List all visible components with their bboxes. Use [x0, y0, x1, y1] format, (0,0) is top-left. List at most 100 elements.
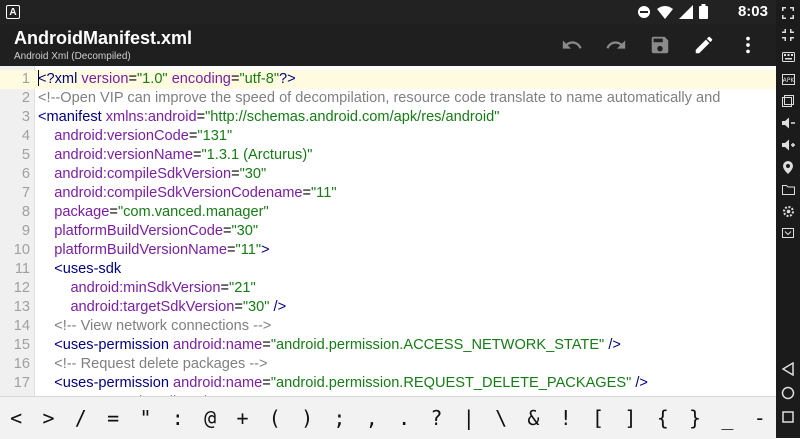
undo-button[interactable]	[550, 30, 594, 60]
code-line[interactable]: 16 <!-- Request delete packages -->	[0, 355, 776, 374]
code-token: android:name	[173, 337, 263, 353]
symbol-key[interactable]: (	[259, 397, 291, 439]
code-token: "1.3.1 (Arcturus)"	[201, 147, 313, 163]
code-text: <manifest xmlns:android="http://schemas.…	[38, 108, 499, 127]
code-token: xmlns:android	[105, 109, 197, 125]
symbol-key[interactable]: <	[0, 397, 32, 439]
line-number: 11	[14, 261, 30, 277]
code-text: platformBuildVersionCode="30"	[38, 222, 258, 241]
line-number: 14	[13, 318, 30, 334]
symbol-key[interactable]: ?	[420, 397, 452, 439]
keyboard-icon[interactable]	[776, 48, 800, 66]
redo-icon	[606, 40, 626, 49]
code-line[interactable]: 7 android:compileSdkVersionCodename="11"	[0, 184, 776, 203]
volume-down-icon[interactable]	[776, 114, 800, 132]
back-icon[interactable]	[776, 360, 800, 378]
code-line[interactable]: 15 <uses-permission android:name="androi…	[0, 336, 776, 355]
code-token: android:targetSdkVersion	[70, 299, 235, 315]
line-number: 8	[21, 204, 30, 220]
symbol-key[interactable]: {	[647, 397, 679, 439]
redo-button[interactable]	[594, 30, 638, 60]
code-text: android:compileSdkVersion="30"	[38, 165, 266, 184]
fullscreen-icon[interactable]	[776, 4, 800, 22]
code-token: "21"	[229, 280, 256, 296]
edit-button[interactable]	[682, 30, 726, 60]
location-icon[interactable]	[776, 158, 800, 176]
signal-icon	[679, 4, 693, 24]
symbol-key[interactable]: ]	[614, 397, 646, 439]
symbol-key[interactable]: =	[97, 397, 129, 439]
dropdown-icon[interactable]	[776, 224, 800, 242]
code-token: <?xml	[38, 71, 82, 87]
code-line[interactable]: 8 package="com.vanced.manager"	[0, 203, 776, 222]
symbol-key[interactable]: [	[582, 397, 614, 439]
code-token: version	[81, 71, 129, 87]
settings-icon[interactable]	[776, 202, 800, 220]
recents-icon[interactable]	[776, 408, 800, 426]
symbol-key[interactable]: )	[291, 397, 323, 439]
symbol-key[interactable]: -	[744, 397, 776, 439]
code-token: =	[109, 204, 118, 220]
home-icon[interactable]	[776, 384, 800, 402]
symbol-key[interactable]: }	[679, 397, 711, 439]
line-number: 1	[21, 71, 30, 87]
line-number: 9	[21, 223, 30, 239]
more-options-button[interactable]	[726, 30, 770, 60]
code-line[interactable]: 4 android:versionCode="131"	[0, 127, 776, 146]
app-bar: AndroidManifest.xml Android Xml (Decompi…	[0, 24, 776, 66]
code-text: package="com.vanced.manager"	[38, 203, 268, 222]
screenshot-icon[interactable]	[776, 92, 800, 110]
symbol-key[interactable]: @	[194, 397, 226, 439]
code-line[interactable]: 13 android:targetSdkVersion="30" />	[0, 298, 776, 317]
code-token: "1.0"	[136, 71, 168, 87]
code-text: platformBuildVersionName="11">	[38, 241, 269, 260]
code-text: android:versionName="1.3.1 (Arcturus)"	[38, 146, 312, 165]
code-line[interactable]: 9 platformBuildVersionCode="30"	[0, 222, 776, 241]
symbol-key[interactable]: .	[388, 397, 420, 439]
symbol-key[interactable]: >	[32, 397, 64, 439]
code-line[interactable]: 12 android:minSdkVersion="21"	[0, 279, 776, 298]
code-token: "android.permission.ACCESS_NETWORK_STATE…	[270, 337, 605, 353]
code-line[interactable]: 10 platformBuildVersionName="11">	[0, 241, 776, 260]
line-number: 2	[21, 90, 30, 106]
code-line[interactable]: 1 <?xml version="1.0" encoding="utf-8"?>	[0, 70, 776, 89]
code-line[interactable]: 11 <uses-sdk	[0, 260, 776, 279]
line-number: 6	[21, 166, 30, 182]
symbol-key[interactable]: |	[453, 397, 485, 439]
symbol-key[interactable]: ;	[323, 397, 355, 439]
fullscreen-exit-icon[interactable]	[776, 26, 800, 44]
folder-icon[interactable]	[776, 180, 800, 198]
code-line[interactable]: 17 <uses-permission android:name="androi…	[0, 374, 776, 393]
code-line[interactable]: 3 <manifest xmlns:android="http://schemas…	[0, 108, 776, 127]
code-editor[interactable]: 1 <?xml version="1.0" encoding="utf-8"?> 2…	[0, 66, 776, 396]
symbol-key[interactable]: &	[517, 397, 549, 439]
file-title: AndroidManifest.xml	[14, 28, 193, 48]
code-token: ?>	[279, 71, 296, 87]
apk-icon[interactable]: APK	[776, 70, 800, 88]
symbol-key[interactable]: +	[226, 397, 258, 439]
code-line[interactable]: 6 android:compileSdkVersion="30"	[0, 165, 776, 184]
more-vert-icon	[746, 36, 750, 54]
code-line[interactable]: 5 android:versionName="1.3.1 (Arcturus)"	[0, 146, 776, 165]
save-button[interactable]	[638, 30, 682, 60]
file-subtitle: Android Xml (Decompiled)	[14, 51, 131, 62]
code-line[interactable]: 14 <!-- View network connections -->	[0, 317, 776, 336]
undo-icon	[562, 40, 582, 49]
code-token: =	[231, 166, 240, 182]
code-token: "utf-8"	[239, 71, 280, 87]
symbol-key[interactable]: "	[129, 397, 161, 439]
code-token: <!--Open VIP can improve the speed of de…	[38, 90, 721, 106]
symbol-key[interactable]: :	[162, 397, 194, 439]
line-number: 7	[21, 185, 30, 201]
volume-up-icon[interactable]	[776, 136, 800, 154]
code-line[interactable]: 2 <!--Open VIP can improve the speed of d…	[0, 89, 776, 108]
line-number: 16	[13, 356, 30, 372]
save-icon	[651, 36, 669, 54]
symbol-key[interactable]: !	[550, 397, 582, 439]
symbol-key[interactable]: ,	[356, 397, 388, 439]
symbol-key[interactable]: \	[485, 397, 517, 439]
symbol-key[interactable]: _	[711, 397, 743, 439]
symbol-key[interactable]: /	[65, 397, 97, 439]
